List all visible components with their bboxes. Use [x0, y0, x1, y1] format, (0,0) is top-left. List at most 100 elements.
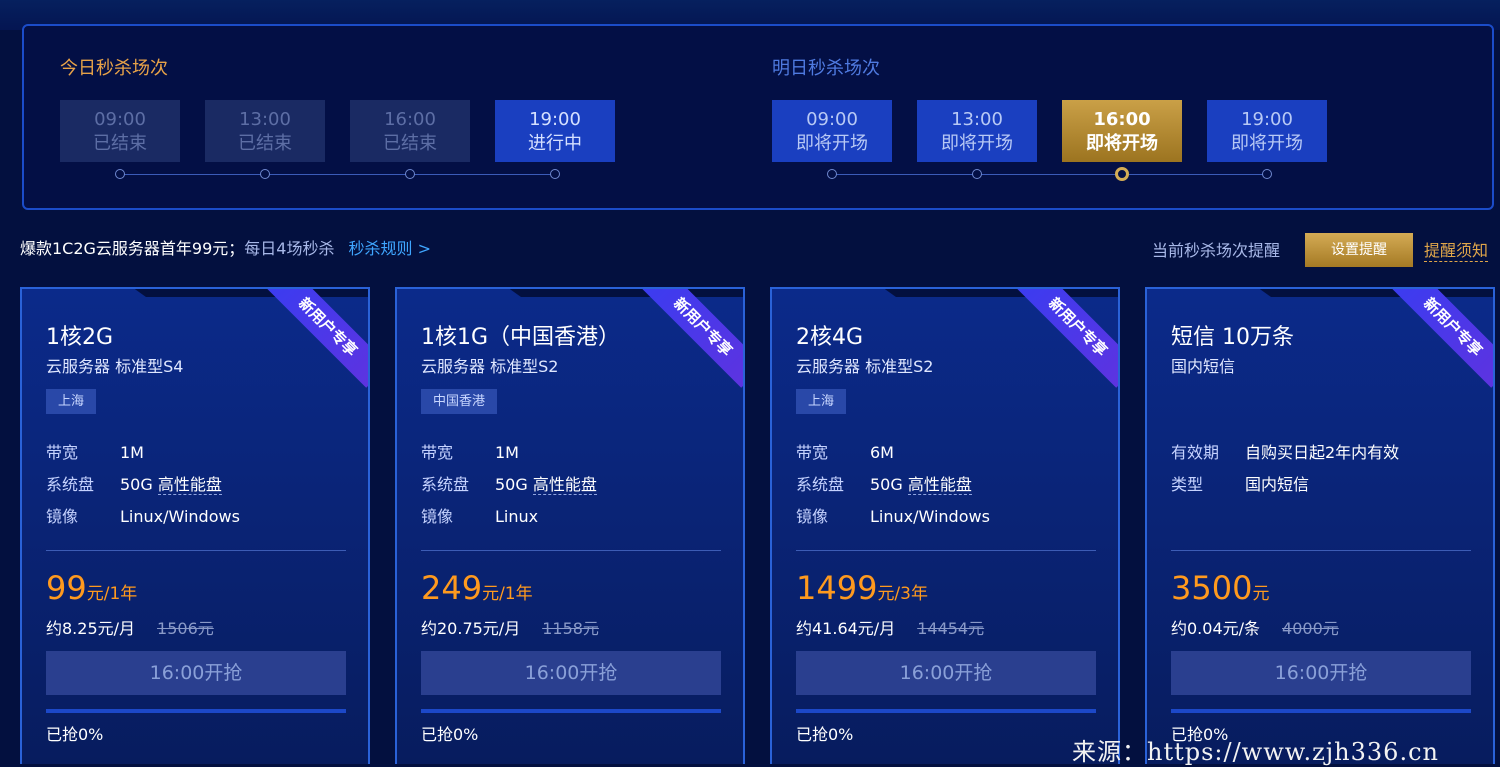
sold-progress-bar: [796, 709, 1096, 713]
monthly-price-row: 约20.75元/月 1158元: [421, 615, 599, 639]
original-price: 14454元: [917, 619, 985, 638]
remind-label: 当前秒杀场次提醒: [1152, 241, 1281, 260]
product-card-2c4g: 新用户专享 2核4G 云服务器 标准型S2 上海 带宽 6M 系统盘 50G 高性能…: [770, 287, 1120, 764]
sold-progress-bar: [1171, 709, 1471, 713]
tomorrow-slot-1600[interactable]: 16:00 即将开场: [1062, 100, 1182, 162]
slot-status: 已结束: [93, 133, 147, 154]
card-title: 短信 10万条: [1171, 325, 1294, 350]
spec-value: 50G: [495, 475, 533, 494]
spec-key: 带宽: [421, 443, 454, 462]
card-subtitle: 云服务器 标准型S4: [46, 357, 184, 376]
new-user-ribbon: 新用户专享: [1392, 289, 1493, 388]
new-user-ribbon: 新用户专享: [642, 289, 743, 388]
sold-percent: 已抢0%: [421, 725, 479, 744]
spec-key: 有效期: [1171, 443, 1220, 462]
sold-progress-bar: [421, 709, 721, 713]
slot-status: 即将开场: [1086, 133, 1158, 154]
tomorrow-slot-0900[interactable]: 09:00 即将开场: [772, 100, 892, 162]
today-timeline: [120, 174, 555, 175]
spec-key: 镜像: [796, 507, 829, 526]
spec-row: 类型 国内短信: [1171, 471, 1309, 495]
price-number: 1499: [796, 569, 878, 607]
sold-percent: 已抢0%: [46, 725, 104, 744]
spec-value: 50G: [870, 475, 908, 494]
spec-value: 国内短信: [1245, 475, 1310, 494]
card-notch: [132, 289, 368, 297]
sold-percent: 已抢0%: [796, 725, 854, 744]
grab-button[interactable]: 16:00开抢: [796, 651, 1096, 695]
spec-value: 自购买日起2年内有效: [1245, 443, 1400, 462]
today-slot-1600[interactable]: 16:00 已结束: [350, 100, 470, 162]
disk-type-tooltip[interactable]: 高性能盘: [157, 475, 222, 495]
spec-value: 50G: [120, 475, 158, 494]
sold-progress-bar: [46, 709, 346, 713]
spec-row: 带宽 1M: [421, 439, 519, 463]
timeline-dot: [827, 169, 837, 179]
slot-status: 已结束: [383, 133, 437, 154]
today-slot-1300[interactable]: 13:00 已结束: [205, 100, 325, 162]
card-subtitle: 云服务器 标准型S2: [421, 357, 559, 376]
timeline-dot: [115, 169, 125, 179]
spec-key: 带宽: [46, 443, 79, 462]
product-card-1c2g: 新用户专享 1核2G 云服务器 标准型S4 上海 带宽 1M 系统盘 50G 高性能…: [20, 287, 370, 764]
grab-button[interactable]: 16:00开抢: [46, 651, 346, 695]
slot-time: 16:00: [1093, 109, 1151, 130]
price-unit: 元/1年: [86, 584, 138, 604]
monthly-price: 约41.64元/月: [796, 619, 896, 638]
monthly-price: 约20.75元/月: [421, 619, 521, 638]
timeline-dot-active: [1115, 167, 1129, 181]
slot-time: 09:00: [806, 109, 858, 130]
original-price: 1506元: [157, 619, 214, 638]
region-tag: 上海: [796, 389, 847, 414]
disk-type-tooltip[interactable]: 高性能盘: [907, 475, 972, 495]
today-schedule-title: 今日秒杀场次: [60, 58, 168, 79]
source-watermark: 来源：https://www.zjh336.cn: [1072, 738, 1439, 766]
spec-row: 镜像 Linux: [421, 503, 538, 527]
card-divider: [46, 550, 346, 551]
card-notch: [507, 289, 743, 297]
region-tag: 中国香港: [421, 389, 498, 414]
price: 249元/1年: [421, 569, 533, 607]
spec-value: Linux/Windows: [120, 507, 240, 526]
spec-value: 1M: [120, 443, 144, 462]
monthly-price: 约0.04元/条: [1171, 619, 1261, 638]
today-slot-1900[interactable]: 19:00 进行中: [495, 100, 615, 162]
monthly-price-row: 约0.04元/条 4000元: [1171, 615, 1339, 639]
set-reminder-button[interactable]: 设置提醒: [1305, 233, 1413, 267]
card-subtitle: 云服务器 标准型S2: [796, 357, 934, 376]
slot-status: 进行中: [528, 133, 582, 154]
slot-status: 已结束: [238, 133, 292, 154]
card-notch: [882, 289, 1118, 297]
price-number: 249: [421, 569, 483, 607]
spec-key: 系统盘: [46, 475, 95, 494]
reminder-notice-link[interactable]: 提醒须知: [1424, 237, 1489, 262]
today-slot-0900[interactable]: 09:00 已结束: [60, 100, 180, 162]
monthly-price-row: 约41.64元/月 14454元: [796, 615, 984, 639]
tomorrow-slot-1300[interactable]: 13:00 即将开场: [917, 100, 1037, 162]
grab-button[interactable]: 16:00开抢: [421, 651, 721, 695]
price-number: 99: [46, 569, 87, 607]
slot-status: 即将开场: [796, 133, 868, 154]
spec-key: 系统盘: [796, 475, 845, 494]
spec-row: 系统盘 50G 高性能盘: [46, 471, 222, 495]
spec-row: 镜像 Linux/Windows: [46, 503, 240, 527]
price: 99元/1年: [46, 569, 137, 607]
original-price: 4000元: [1282, 619, 1339, 638]
slot-time: 13:00: [239, 109, 291, 130]
rules-link[interactable]: 秒杀规则 >: [348, 239, 431, 258]
card-notch: [1257, 289, 1493, 297]
price: 1499元/3年: [796, 569, 928, 607]
tomorrow-slot-1900[interactable]: 19:00 即将开场: [1207, 100, 1327, 162]
card-title: 1核1G（中国香港）: [421, 325, 621, 350]
spec-key: 系统盘: [421, 475, 470, 494]
card-divider: [421, 550, 721, 551]
grab-button[interactable]: 16:00开抢: [1171, 651, 1471, 695]
promo-line: 爆款1C2G云服务器首年99元；每日4场秒杀 秒杀规则 >: [20, 238, 431, 260]
timeline-dot: [1262, 169, 1272, 179]
spec-value: Linux/Windows: [870, 507, 990, 526]
disk-type-tooltip[interactable]: 高性能盘: [532, 475, 597, 495]
spec-row: 系统盘 50G 高性能盘: [421, 471, 597, 495]
spec-key: 类型: [1171, 475, 1204, 494]
price-unit: 元/3年: [877, 584, 928, 604]
region-tag: 上海: [46, 389, 97, 414]
